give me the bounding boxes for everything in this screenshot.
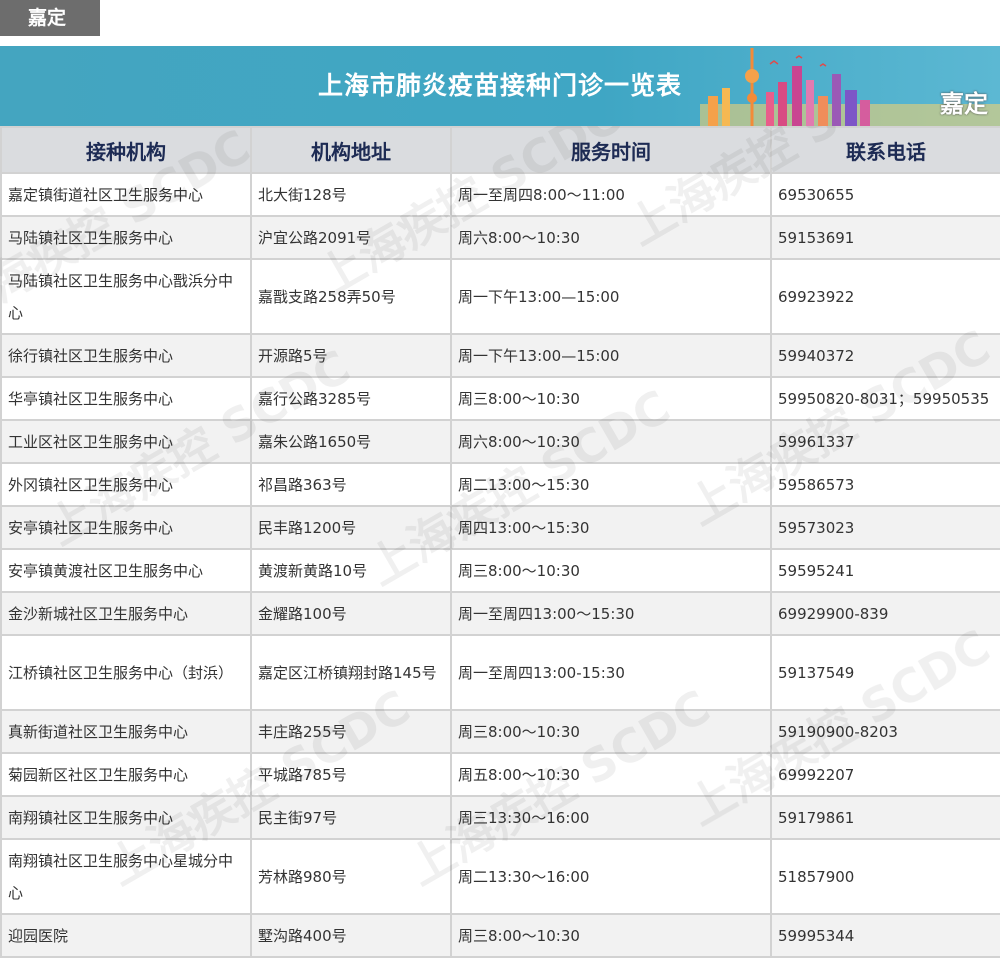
service-time-cell: 周一至周四13:00-15:30 — [450, 634, 772, 711]
service-time-cell: 周五8:00～10:30 — [450, 752, 772, 797]
table-row: 马陆镇社区卫生服务中心戬浜分中心 嘉戬支路258弄50号 周一下午13:00—15:… — [0, 258, 1000, 335]
service-time-cell: 周一至周四8:00～11:00 — [450, 172, 772, 217]
phone-cell: 59940372 — [770, 333, 1000, 378]
address-cell: 祁昌路363号 — [250, 462, 452, 507]
table-row: 菊园新区社区卫生服务中心 平城路785号 周五8:00～10:30 69992207 — [0, 752, 1000, 797]
phone-cell: 59179861 — [770, 795, 1000, 840]
service-time-cell: 周一下午13:00—15:00 — [450, 258, 772, 335]
service-time-cell: 周三8:00～10:30 — [450, 376, 772, 421]
phone-cell: 69530655 — [770, 172, 1000, 217]
table-row: 嘉定镇街道社区卫生服务中心 北大街128号 周一至周四8:00～11:00 69530… — [0, 172, 1000, 217]
institution-cell: 菊园新区社区卫生服务中心 — [0, 752, 252, 797]
address-cell: 嘉定区江桥镇翔封路145号 — [250, 634, 452, 711]
table-row: 工业区社区卫生服务中心 嘉朱公路1650号 周六8:00～10:30 59961337 — [0, 419, 1000, 464]
address-cell: 嘉朱公路1650号 — [250, 419, 452, 464]
phone-cell: 59595241 — [770, 548, 1000, 593]
address-cell: 民主街97号 — [250, 795, 452, 840]
header-address: 机构地址 — [250, 126, 452, 174]
address-cell: 沪宜公路2091号 — [250, 215, 452, 260]
table-row: 真新街道社区卫生服务中心 丰庄路255号 周三8:00～10:30 59190900-… — [0, 709, 1000, 754]
table-row: 南翔镇社区卫生服务中心 民主街97号 周三13:30～16:00 59179861 — [0, 795, 1000, 840]
institution-cell: 安亭镇社区卫生服务中心 — [0, 505, 252, 550]
service-time-cell: 周一至周四13:00～15:30 — [450, 591, 772, 636]
phone-cell: 59586573 — [770, 462, 1000, 507]
institution-cell: 马陆镇社区卫生服务中心 — [0, 215, 252, 260]
phone-cell: 59137549 — [770, 634, 1000, 711]
phone-cell: 59995344 — [770, 913, 1000, 958]
institution-cell: 江桥镇社区卫生服务中心（封浜） — [0, 634, 252, 711]
phone-cell: 59950820-8031；59950535 — [770, 376, 1000, 421]
institution-cell: 工业区社区卫生服务中心 — [0, 419, 252, 464]
header-phone: 联系电话 — [770, 126, 1000, 174]
phone-cell: 51857900 — [770, 838, 1000, 915]
institution-cell: 安亭镇黄渡社区卫生服务中心 — [0, 548, 252, 593]
service-time-cell: 周三8:00～10:30 — [450, 548, 772, 593]
service-time-cell: 周六8:00～10:30 — [450, 419, 772, 464]
institution-cell: 金沙新城社区卫生服务中心 — [0, 591, 252, 636]
phone-cell: 59573023 — [770, 505, 1000, 550]
institution-cell: 真新街道社区卫生服务中心 — [0, 709, 252, 754]
service-time-cell: 周一下午13:00—15:00 — [450, 333, 772, 378]
address-cell: 开源路5号 — [250, 333, 452, 378]
service-time-cell: 周二13:30～16:00 — [450, 838, 772, 915]
table-row: 徐行镇社区卫生服务中心 开源路5号 周一下午13:00—15:00 59940372 — [0, 333, 1000, 378]
table-row: 金沙新城社区卫生服务中心 金耀路100号 周一至周四13:00～15:30 69929… — [0, 591, 1000, 636]
phone-cell: 69923922 — [770, 258, 1000, 335]
institution-cell: 迎园医院 — [0, 913, 252, 958]
institution-cell: 外冈镇社区卫生服务中心 — [0, 462, 252, 507]
service-time-cell: 周二13:00～15:30 — [450, 462, 772, 507]
table-row: 安亭镇黄渡社区卫生服务中心 黄渡新黄路10号 周三8:00～10:30 5959524… — [0, 548, 1000, 593]
phone-cell: 59190900-8203 — [770, 709, 1000, 754]
address-cell: 北大街128号 — [250, 172, 452, 217]
table-row: 外冈镇社区卫生服务中心 祁昌路363号 周二13:00～15:30 59586573 — [0, 462, 1000, 507]
institution-cell: 华亭镇社区卫生服务中心 — [0, 376, 252, 421]
header-institution: 接种机构 — [0, 126, 252, 174]
phone-cell: 69992207 — [770, 752, 1000, 797]
service-time-cell: 周四13:00～15:30 — [450, 505, 772, 550]
banner: 上海市肺炎疫苗接种门诊一览表 嘉定 — [0, 46, 1000, 126]
service-time-cell: 周三8:00～10:30 — [450, 709, 772, 754]
institution-cell: 南翔镇社区卫生服务中心星城分中心 — [0, 838, 252, 915]
address-cell: 民丰路1200号 — [250, 505, 452, 550]
address-cell: 黄渡新黄路10号 — [250, 548, 452, 593]
table-row: 南翔镇社区卫生服务中心星城分中心 芳林路980号 周二13:30～16:00 5185… — [0, 838, 1000, 915]
service-time-cell: 周三8:00～10:30 — [450, 913, 772, 958]
institution-cell: 南翔镇社区卫生服务中心 — [0, 795, 252, 840]
address-cell: 嘉行公路3285号 — [250, 376, 452, 421]
address-cell: 平城路785号 — [250, 752, 452, 797]
institution-cell: 嘉定镇街道社区卫生服务中心 — [0, 172, 252, 217]
phone-cell: 59961337 — [770, 419, 1000, 464]
service-time-cell: 周六8:00～10:30 — [450, 215, 772, 260]
clinic-table: 接种机构 机构地址 服务时间 联系电话 嘉定镇街道社区卫生服务中心 北大街128号… — [0, 126, 1000, 958]
address-cell: 丰庄路255号 — [250, 709, 452, 754]
table-row: 安亭镇社区卫生服务中心 民丰路1200号 周四13:00～15:30 59573023 — [0, 505, 1000, 550]
table-row: 迎园医院 墅沟路400号 周三8:00～10:30 59995344 — [0, 913, 1000, 958]
institution-cell: 马陆镇社区卫生服务中心戬浜分中心 — [0, 258, 252, 335]
phone-cell: 59153691 — [770, 215, 1000, 260]
district-tag: 嘉定 — [0, 0, 100, 36]
table-header-row: 接种机构 机构地址 服务时间 联系电话 — [0, 126, 1000, 174]
phone-cell: 69929900-839 — [770, 591, 1000, 636]
institution-cell: 徐行镇社区卫生服务中心 — [0, 333, 252, 378]
address-cell: 墅沟路400号 — [250, 913, 452, 958]
table-row: 江桥镇社区卫生服务中心（封浜） 嘉定区江桥镇翔封路145号 周一至周四13:00-1… — [0, 634, 1000, 711]
service-time-cell: 周三13:30～16:00 — [450, 795, 772, 840]
banner-district: 嘉定 — [940, 90, 988, 118]
header-service-time: 服务时间 — [450, 126, 772, 174]
table-row: 马陆镇社区卫生服务中心 沪宜公路2091号 周六8:00～10:30 59153691 — [0, 215, 1000, 260]
table-row: 华亭镇社区卫生服务中心 嘉行公路3285号 周三8:00～10:30 59950820… — [0, 376, 1000, 421]
address-cell: 嘉戬支路258弄50号 — [250, 258, 452, 335]
address-cell: 芳林路980号 — [250, 838, 452, 915]
address-cell: 金耀路100号 — [250, 591, 452, 636]
